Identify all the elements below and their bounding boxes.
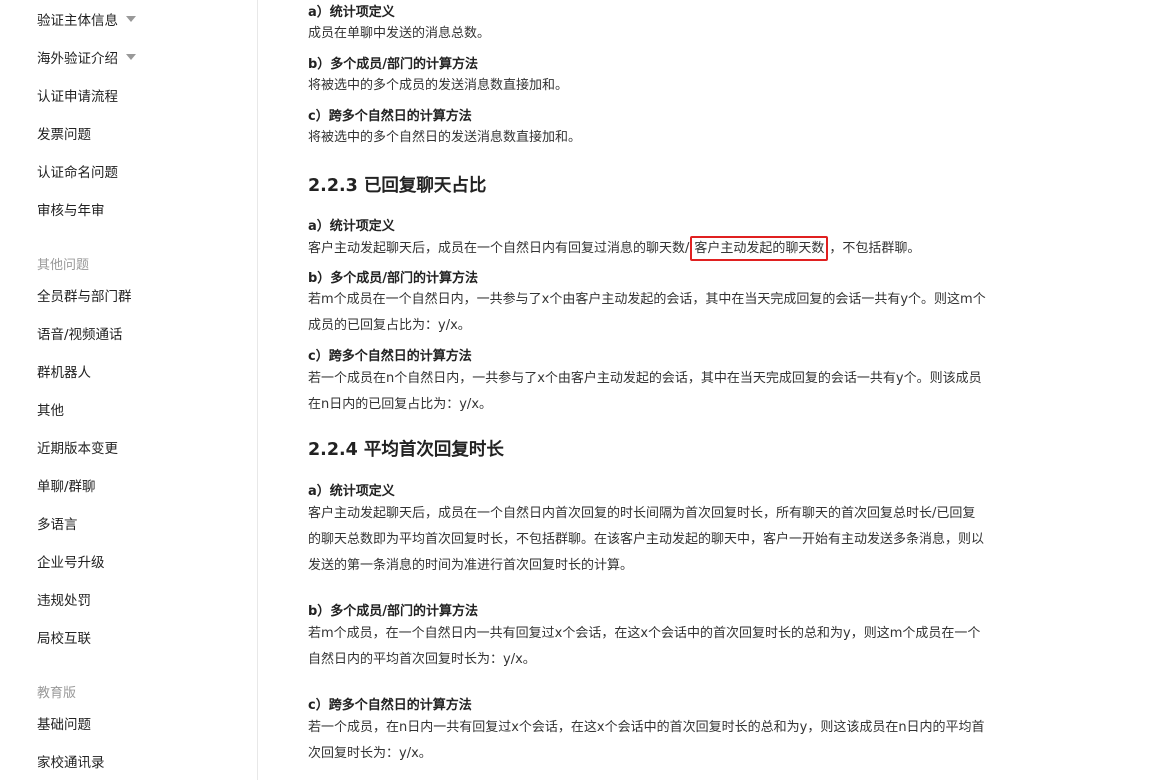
sidebar-item-recent-changes[interactable]: 近期版本变更 — [37, 437, 118, 457]
text-run: ，不包括群聊。 — [829, 241, 921, 256]
caret-down-icon[interactable] — [126, 54, 136, 60]
subheading: b）多个成员/部门的计算方法 — [308, 604, 479, 619]
sidebar-section-edu: 教育版 — [37, 686, 77, 701]
paragraph: 在n日内的已回复占比为：y/x。 — [308, 397, 493, 412]
sidebar-item-label: 企业号升级 — [37, 555, 105, 571]
subheading: a）统计项定义 — [308, 484, 395, 499]
sidebar-item-naming[interactable]: 认证命名问题 — [37, 161, 118, 181]
sidebar-item-apply-process[interactable]: 认证申请流程 — [37, 85, 118, 105]
sidebar-item-home-school-contacts[interactable]: 家校通讯录 — [37, 751, 105, 771]
sidebar-item-verification-subject[interactable]: 验证主体信息 — [37, 9, 136, 29]
section-heading-2-2-3: 2.2.3 已回复聊天占比 — [308, 176, 487, 196]
sidebar-item-school-link[interactable]: 局校互联 — [37, 627, 91, 647]
paragraph: 自然日内的平均首次回复时长为：y/x。 — [308, 652, 536, 667]
sidebar-item-upgrade[interactable]: 企业号升级 — [37, 551, 105, 571]
paragraph: 若一个成员，在n日内一共有回复过x个会话，在这x个会话中的首次回复时长的总和为y… — [308, 720, 985, 735]
subheading: b）多个成员/部门的计算方法 — [308, 57, 479, 72]
subheading: a）统计项定义 — [308, 5, 395, 20]
sidebar-item-basic[interactable]: 基础问题 — [37, 713, 91, 733]
paragraph: 客户主动发起聊天后，成员在一个自然日内有回复过消息的聊天数/客户主动发起的聊天数… — [308, 236, 1043, 262]
sidebar-item-label: 多语言 — [37, 517, 78, 533]
sidebar-item-label: 近期版本变更 — [37, 441, 118, 457]
sidebar-item-label: 海外验证介绍 — [37, 51, 118, 67]
paragraph: 将被选中的多个自然日的发送消息数直接加和。 — [308, 130, 582, 145]
sidebar-item-review[interactable]: 审核与年审 — [37, 199, 105, 219]
sidebar-item-label: 认证命名问题 — [37, 165, 118, 181]
paragraph: 成员在单聊中发送的消息总数。 — [308, 26, 491, 41]
sidebar-item-multilingual[interactable]: 多语言 — [37, 513, 78, 533]
sidebar-item-voice-video[interactable]: 语音/视频通话 — [37, 323, 123, 343]
sidebar-item-label: 其他 — [37, 403, 64, 419]
sidebar: 验证主体信息 海外验证介绍 认证申请流程 发票问题 认证命名问题 审核与年审 其… — [0, 0, 258, 780]
sidebar-item-label: 验证主体信息 — [37, 13, 118, 29]
sidebar-item-label: 发票问题 — [37, 127, 91, 143]
sidebar-item-label: 审核与年审 — [37, 203, 105, 219]
sidebar-item-invoice[interactable]: 发票问题 — [37, 123, 91, 143]
sidebar-item-label: 认证申请流程 — [37, 89, 118, 105]
sidebar-item-label: 单聊/群聊 — [37, 479, 96, 495]
paragraph: 发送的第一条消息的时间为准进行首次回复时长的计算。 — [308, 558, 634, 573]
sidebar-item-overseas-verification[interactable]: 海外验证介绍 — [37, 47, 136, 67]
paragraph: 若m个成员在一个自然日内，一共参与了x个由客户主动发起的会话，其中在当天完成回复… — [308, 292, 986, 307]
sidebar-item-label: 全员群与部门群 — [37, 289, 132, 305]
section-heading-2-2-4: 2.2.4 平均首次回复时长 — [308, 440, 504, 460]
subheading: c）跨多个自然日的计算方法 — [308, 349, 472, 364]
paragraph: 客户主动发起聊天后，成员在一个自然日内首次回复的时长间隔为首次回复时长，所有聊天… — [308, 506, 976, 521]
sidebar-item-other[interactable]: 其他 — [37, 399, 64, 419]
subheading: a）统计项定义 — [308, 219, 395, 234]
sidebar-item-label: 基础问题 — [37, 717, 91, 733]
sidebar-item-all-groups[interactable]: 全员群与部门群 — [37, 285, 132, 305]
sidebar-section-other: 其他问题 — [37, 258, 90, 273]
highlight-box: 客户主动发起的聊天数 — [690, 236, 829, 261]
paragraph: 次回复时长为：y/x。 — [308, 746, 432, 761]
sidebar-item-label: 局校互联 — [37, 631, 91, 647]
paragraph: 将被选中的多个成员的发送消息数直接加和。 — [308, 78, 569, 93]
subheading: c）跨多个自然日的计算方法 — [308, 109, 472, 124]
paragraph: 若m个成员，在一个自然日内一共有回复过x个会话，在这x个会话中的首次回复时长的总… — [308, 626, 981, 641]
text-run: 客户主动发起聊天后，成员在一个自然日内有回复过消息的聊天数/ — [308, 241, 690, 256]
sidebar-item-label: 家校通讯录 — [37, 755, 105, 771]
paragraph: 成员的已回复占比为：y/x。 — [308, 318, 471, 333]
sidebar-item-label: 违规处罚 — [37, 593, 91, 609]
paragraph: 若一个成员在n个自然日内，一共参与了x个由客户主动发起的会话，其中在当天完成回复… — [308, 371, 982, 386]
caret-down-icon[interactable] — [126, 16, 136, 22]
sidebar-item-label: 群机器人 — [37, 365, 91, 381]
subheading: c）跨多个自然日的计算方法 — [308, 698, 472, 713]
sidebar-item-label: 语音/视频通话 — [37, 327, 123, 343]
article-content: a）统计项定义 成员在单聊中发送的消息总数。 b）多个成员/部门的计算方法 将被… — [308, 0, 1048, 780]
subheading: b）多个成员/部门的计算方法 — [308, 271, 479, 286]
sidebar-item-violation[interactable]: 违规处罚 — [37, 589, 91, 609]
sidebar-item-single-group-chat[interactable]: 单聊/群聊 — [37, 475, 96, 495]
paragraph: 的聊天总数即为平均首次回复时长，不包括群聊。在该客户主动发起的聊天中，客户一开始… — [308, 532, 985, 547]
sidebar-item-group-bot[interactable]: 群机器人 — [37, 361, 91, 381]
